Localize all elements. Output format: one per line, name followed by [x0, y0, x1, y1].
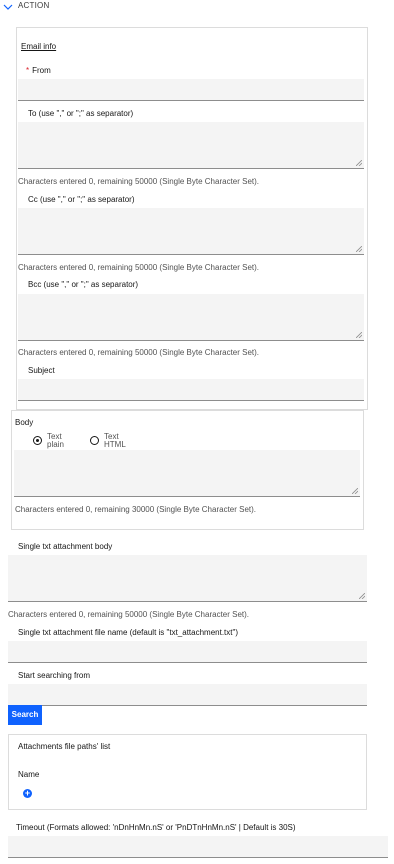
name-column-header: Name	[18, 770, 40, 779]
action-section-header[interactable]: ACTION	[0, 0, 394, 18]
add-circle-icon[interactable]: +	[23, 789, 32, 798]
radio-label-line2: HTML	[104, 440, 126, 449]
required-mark: *	[26, 66, 30, 75]
chevron-down-icon	[3, 4, 13, 10]
attachment-name-input[interactable]	[8, 641, 367, 663]
bcc-helper-text: Characters entered 0, remaining 50000 (S…	[18, 348, 260, 357]
start-searching-input[interactable]	[8, 684, 367, 706]
resize-handle-icon[interactable]	[356, 160, 362, 166]
cc-textarea[interactable]	[18, 208, 364, 255]
to-helper-text: Characters entered 0, remaining 50000 (S…	[18, 177, 260, 186]
to-textarea[interactable]	[18, 122, 364, 169]
attachment-body-label: Single txt attachment body	[18, 542, 113, 551]
from-label-text: From	[32, 66, 51, 75]
timeout-input[interactable]	[8, 836, 388, 858]
bcc-textarea[interactable]	[18, 294, 364, 341]
subject-label: Subject	[28, 366, 55, 375]
start-searching-label: Start searching from	[18, 671, 91, 680]
resize-handle-icon[interactable]	[359, 593, 365, 599]
radio-selected-icon[interactable]	[33, 436, 42, 445]
resize-handle-icon[interactable]	[356, 332, 362, 338]
to-label: To (use "," or ";" as separator)	[28, 109, 134, 118]
resize-handle-icon[interactable]	[352, 488, 358, 494]
from-input[interactable]	[18, 79, 364, 101]
radio-text-plain[interactable]: Text plain	[33, 433, 73, 451]
email-info-title: Email info	[21, 42, 57, 51]
attachment-body-textarea[interactable]	[8, 555, 367, 602]
section-title: ACTION	[18, 1, 50, 10]
radio-text-html[interactable]: Text HTML	[90, 433, 130, 451]
subject-input[interactable]	[18, 379, 364, 401]
search-button[interactable]: Search	[8, 705, 42, 725]
body-label: Body	[15, 418, 34, 427]
attachment-name-label: Single txt attachment file name (default…	[18, 628, 239, 637]
attachment-body-helper-text: Characters entered 0, remaining 50000 (S…	[8, 610, 250, 619]
body-helper-text: Characters entered 0, remaining 30000 (S…	[15, 505, 257, 514]
cc-helper-text: Characters entered 0, remaining 50000 (S…	[18, 263, 260, 272]
body-textarea[interactable]	[14, 450, 360, 497]
bcc-label: Bcc (use "," or ";" as separator)	[28, 280, 139, 289]
attachments-list-title: Attachments file paths' list	[18, 742, 111, 751]
resize-handle-icon[interactable]	[356, 246, 362, 252]
radio-label-line2: plain	[47, 440, 64, 449]
radio-unselected-icon[interactable]	[90, 436, 99, 445]
from-label: * From	[26, 66, 51, 75]
timeout-label: Timeout (Formats allowed: 'nDnHnMn.nS' o…	[16, 823, 296, 832]
cc-label: Cc (use "," or ";" as separator)	[28, 195, 135, 204]
